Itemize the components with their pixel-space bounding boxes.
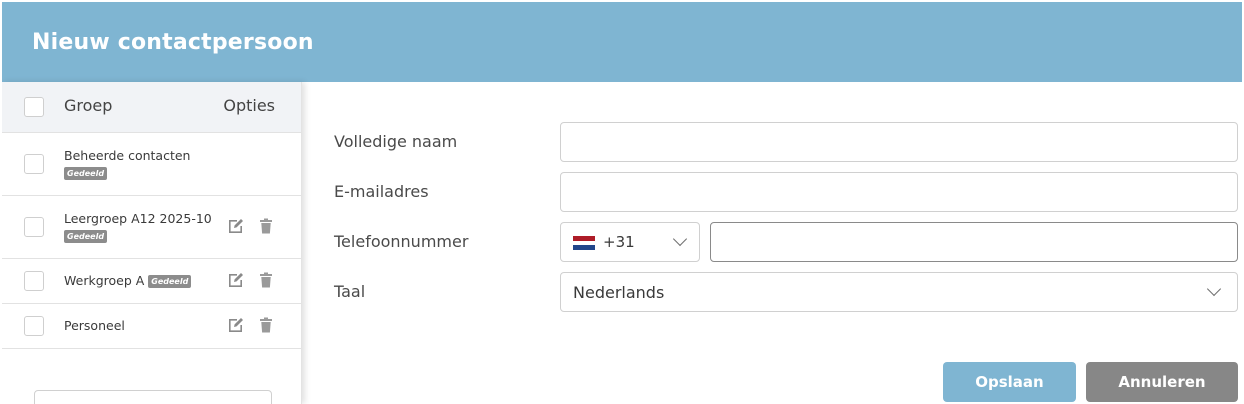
- trash-icon[interactable]: [257, 316, 275, 334]
- language-selected-value: Nederlands: [573, 283, 665, 302]
- netherlands-flag-icon: [573, 236, 595, 251]
- phone-label: Telefoonnummer: [334, 232, 469, 251]
- group-row: Leergroep A12 2025-10 Gedeeld: [2, 196, 301, 259]
- groups-header-row: Groep Opties: [2, 82, 301, 133]
- group-row: Personeel: [2, 304, 301, 349]
- email-input[interactable]: [560, 172, 1238, 212]
- group-name: Werkgroep A: [64, 273, 145, 288]
- group-name: Leergroep A12 2025-10: [64, 211, 212, 226]
- shared-badge: Gedeeld: [64, 230, 108, 243]
- new-group-input[interactable]: [34, 390, 272, 404]
- full-name-label: Volledige naam: [334, 132, 458, 151]
- country-code-select[interactable]: +31: [560, 222, 700, 262]
- pencil-icon[interactable]: [227, 217, 245, 235]
- options-column-header: Opties: [223, 96, 275, 115]
- chevron-down-icon: [1206, 281, 1222, 297]
- group-checkbox[interactable]: [24, 154, 44, 174]
- language-select[interactable]: Nederlands: [560, 272, 1238, 312]
- group-name: Personeel: [64, 318, 125, 333]
- email-label: E-mailadres: [334, 182, 429, 201]
- shared-badge: Gedeeld: [64, 167, 108, 180]
- groups-column-header: Groep: [64, 96, 113, 115]
- dialog-title: Nieuw contactpersoon: [32, 29, 314, 55]
- select-all-checkbox[interactable]: [24, 97, 44, 117]
- pencil-icon[interactable]: [227, 316, 245, 334]
- shared-badge: Gedeeld: [148, 275, 192, 288]
- dialog-header: Nieuw contactpersoon: [2, 2, 1242, 82]
- group-name-with-badge: Werkgroep A Gedeeld: [64, 273, 192, 288]
- pencil-icon[interactable]: [227, 271, 245, 289]
- save-button[interactable]: Opslaan: [943, 362, 1076, 402]
- group-name: Beheerde contacten: [64, 148, 191, 163]
- trash-icon[interactable]: [257, 217, 275, 235]
- country-dial-code: +31: [603, 233, 635, 251]
- phone-number-input[interactable]: [710, 222, 1238, 262]
- groups-panel: Groep Opties Beheerde contacten Gedeeld …: [2, 82, 302, 404]
- full-name-input[interactable]: [560, 122, 1238, 162]
- chevron-down-icon: [672, 231, 688, 247]
- group-row: Beheerde contacten Gedeeld: [2, 133, 301, 196]
- group-row: Werkgroep A Gedeeld: [2, 259, 301, 304]
- new-contact-dialog: Nieuw contactpersoon Groep Opties Beheer…: [2, 2, 1242, 404]
- group-checkbox[interactable]: [24, 271, 44, 291]
- trash-icon[interactable]: [257, 271, 275, 289]
- cancel-button[interactable]: Annuleren: [1086, 362, 1238, 402]
- language-label: Taal: [334, 282, 366, 301]
- group-checkbox[interactable]: [24, 217, 44, 237]
- group-checkbox[interactable]: [24, 316, 44, 336]
